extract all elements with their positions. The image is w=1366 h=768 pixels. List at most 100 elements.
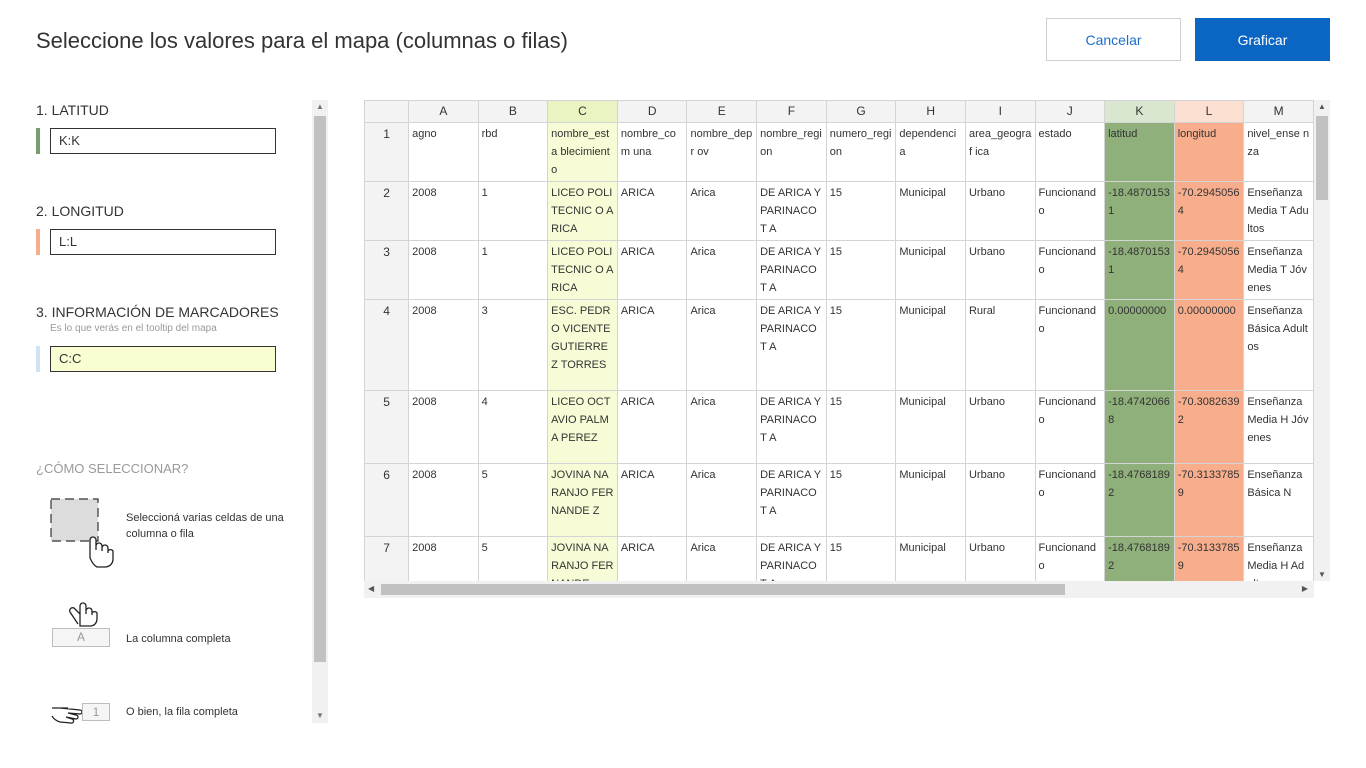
grid-cell[interactable]: LICEO POLITECNIC O ARICA xyxy=(547,181,618,241)
grid-cell[interactable]: 5 xyxy=(478,463,549,537)
grid-cell[interactable]: Municipal xyxy=(895,299,966,391)
column-header-e[interactable]: E xyxy=(686,101,758,123)
grid-cell[interactable]: 15 xyxy=(826,299,897,391)
column-header-d[interactable]: D xyxy=(617,101,688,123)
grid-cell[interactable]: 2008 xyxy=(408,536,479,581)
column-header-g[interactable]: G xyxy=(826,101,897,123)
longitude-range-input[interactable]: L:L xyxy=(50,229,276,255)
latitude-range-input[interactable]: K:K xyxy=(50,128,276,154)
grid-cell[interactable]: ARICA xyxy=(617,240,688,300)
grid-cell[interactable]: Arica xyxy=(686,181,758,241)
grid-cell[interactable]: -18.4768189 2 xyxy=(1104,536,1175,581)
grid-cell[interactable]: Funcionando xyxy=(1035,240,1106,300)
grid-horizontal-thumb[interactable] xyxy=(381,584,1065,595)
grid-cell[interactable]: Urbano xyxy=(965,536,1036,581)
spreadsheet-grid[interactable]: A B C D E F G H I J K L M 1 agno rbd nombre… xyxy=(364,100,1314,581)
grid-cell[interactable]: Enseñanza Media T Adultos xyxy=(1243,181,1314,241)
column-header-b[interactable]: B xyxy=(478,101,549,123)
grid-cell[interactable]: LICEO OCTAVIO PALMA PEREZ xyxy=(547,390,618,464)
grid-scroll-right-icon[interactable]: ▶ xyxy=(1302,584,1308,593)
graph-button[interactable]: Graficar xyxy=(1195,18,1330,61)
grid-cell[interactable]: nombre_regi on xyxy=(756,122,827,182)
grid-cell[interactable]: DE ARICA Y PARINACOT A xyxy=(756,181,827,241)
grid-cell[interactable]: ARICA xyxy=(617,536,688,581)
grid-cell[interactable]: 15 xyxy=(826,240,897,300)
column-header-j[interactable]: J xyxy=(1035,101,1106,123)
grid-cell[interactable]: 2008 xyxy=(408,299,479,391)
grid-cell[interactable]: agno xyxy=(408,122,479,182)
grid-cell[interactable]: Arica xyxy=(686,390,758,464)
grid-cell[interactable]: DE ARICA Y PARINACOT A xyxy=(756,536,827,581)
column-header-h[interactable]: H xyxy=(895,101,966,123)
grid-cell[interactable]: latitud xyxy=(1104,122,1175,182)
grid-cell[interactable]: Funcionando xyxy=(1035,463,1106,537)
grid-cell[interactable]: LICEO POLITECNIC O ARICA xyxy=(547,240,618,300)
grid-cell[interactable]: area_geograf ica xyxy=(965,122,1036,182)
grid-cell[interactable]: Municipal xyxy=(895,240,966,300)
grid-cell[interactable]: Arica xyxy=(686,240,758,300)
grid-cell[interactable]: Enseñanza Básica N xyxy=(1243,463,1314,537)
row-header[interactable]: 3 xyxy=(365,240,410,300)
grid-cell[interactable]: Municipal xyxy=(895,390,966,464)
grid-cell[interactable]: rbd xyxy=(478,122,549,182)
grid-cell[interactable]: ARICA xyxy=(617,390,688,464)
scrollbar-thumb[interactable] xyxy=(314,116,326,662)
grid-cell[interactable]: numero_regi on xyxy=(826,122,897,182)
grid-vertical-scrollbar[interactable]: ▲ ▼ xyxy=(1314,100,1330,581)
grid-cell[interactable]: Funcionando xyxy=(1035,390,1106,464)
grid-cell[interactable]: nombre_depr ov xyxy=(686,122,758,182)
grid-cell[interactable]: 2008 xyxy=(408,463,479,537)
sidebar-scrollbar[interactable]: ▲ ▼ xyxy=(312,100,328,723)
grid-cell[interactable]: 15 xyxy=(826,536,897,581)
grid-cell[interactable]: DE ARICA Y PARINACOT A xyxy=(756,299,827,391)
grid-cell[interactable]: 15 xyxy=(826,390,897,464)
grid-cell[interactable]: Funcionando xyxy=(1035,299,1106,391)
grid-cell[interactable]: Arica xyxy=(686,299,758,391)
grid-cell[interactable]: Urbano xyxy=(965,240,1036,300)
grid-cell[interactable]: 1 xyxy=(478,181,549,241)
row-header[interactable]: 7 xyxy=(365,536,410,581)
grid-cell[interactable]: -18.4742066 8 xyxy=(1104,390,1175,464)
grid-cell[interactable]: -70.3082639 2 xyxy=(1174,390,1245,464)
row-header[interactable]: 1 xyxy=(365,122,410,182)
grid-cell[interactable]: nombre_com una xyxy=(617,122,688,182)
grid-cell[interactable]: 15 xyxy=(826,181,897,241)
row-header[interactable]: 6 xyxy=(365,463,410,537)
grid-cell[interactable]: ARICA xyxy=(617,299,688,391)
column-header-a[interactable]: A xyxy=(408,101,479,123)
grid-cell[interactable]: nivel_ense nza xyxy=(1243,122,1314,182)
grid-cell[interactable]: Municipal xyxy=(895,181,966,241)
grid-cell[interactable]: 2008 xyxy=(408,181,479,241)
column-header-k[interactable]: K xyxy=(1104,101,1175,123)
column-header-m[interactable]: M xyxy=(1243,101,1314,123)
column-header-i[interactable]: I xyxy=(965,101,1036,123)
column-header-f[interactable]: F xyxy=(756,101,827,123)
grid-cell[interactable]: Enseñanza Media T Jóvenes xyxy=(1243,240,1314,300)
grid-cell[interactable]: Arica xyxy=(686,463,758,537)
grid-cell[interactable]: Enseñanza Media H Adultos xyxy=(1243,536,1314,581)
grid-cell[interactable]: Urbano xyxy=(965,463,1036,537)
grid-cell[interactable]: -70.2945056 4 xyxy=(1174,240,1245,300)
grid-scroll-left-icon[interactable]: ◀ xyxy=(368,584,374,593)
grid-cell[interactable]: 4 xyxy=(478,390,549,464)
grid-cell[interactable]: -18.4768189 2 xyxy=(1104,463,1175,537)
grid-scroll-up-icon[interactable]: ▲ xyxy=(1318,102,1326,111)
scroll-down-arrow-icon[interactable]: ▼ xyxy=(312,709,328,723)
grid-cell[interactable]: ESC. PEDRO VICENTE GUTIERREZ TORRES xyxy=(547,299,618,391)
column-header-l[interactable]: L xyxy=(1174,101,1245,123)
grid-cell[interactable]: estado xyxy=(1035,122,1106,182)
grid-cell[interactable]: 2008 xyxy=(408,390,479,464)
row-header[interactable]: 4 xyxy=(365,299,410,391)
grid-cell[interactable]: -18.4870153 1 xyxy=(1104,240,1175,300)
grid-cell[interactable]: Arica xyxy=(686,536,758,581)
grid-cell[interactable]: Enseñanza Media H Jóvenes xyxy=(1243,390,1314,464)
grid-cell[interactable]: Urbano xyxy=(965,390,1036,464)
grid-horizontal-scrollbar[interactable]: ◀ ▶ xyxy=(364,581,1314,598)
corner-cell[interactable] xyxy=(365,101,410,123)
column-header-c[interactable]: C xyxy=(547,101,618,123)
grid-cell[interactable]: longitud xyxy=(1174,122,1245,182)
grid-cell[interactable]: 15 xyxy=(826,463,897,537)
grid-cell[interactable]: JOVINA NARANJO FERNANDE xyxy=(547,536,618,581)
grid-cell[interactable]: 2008 xyxy=(408,240,479,300)
grid-cell[interactable]: 1 xyxy=(478,240,549,300)
